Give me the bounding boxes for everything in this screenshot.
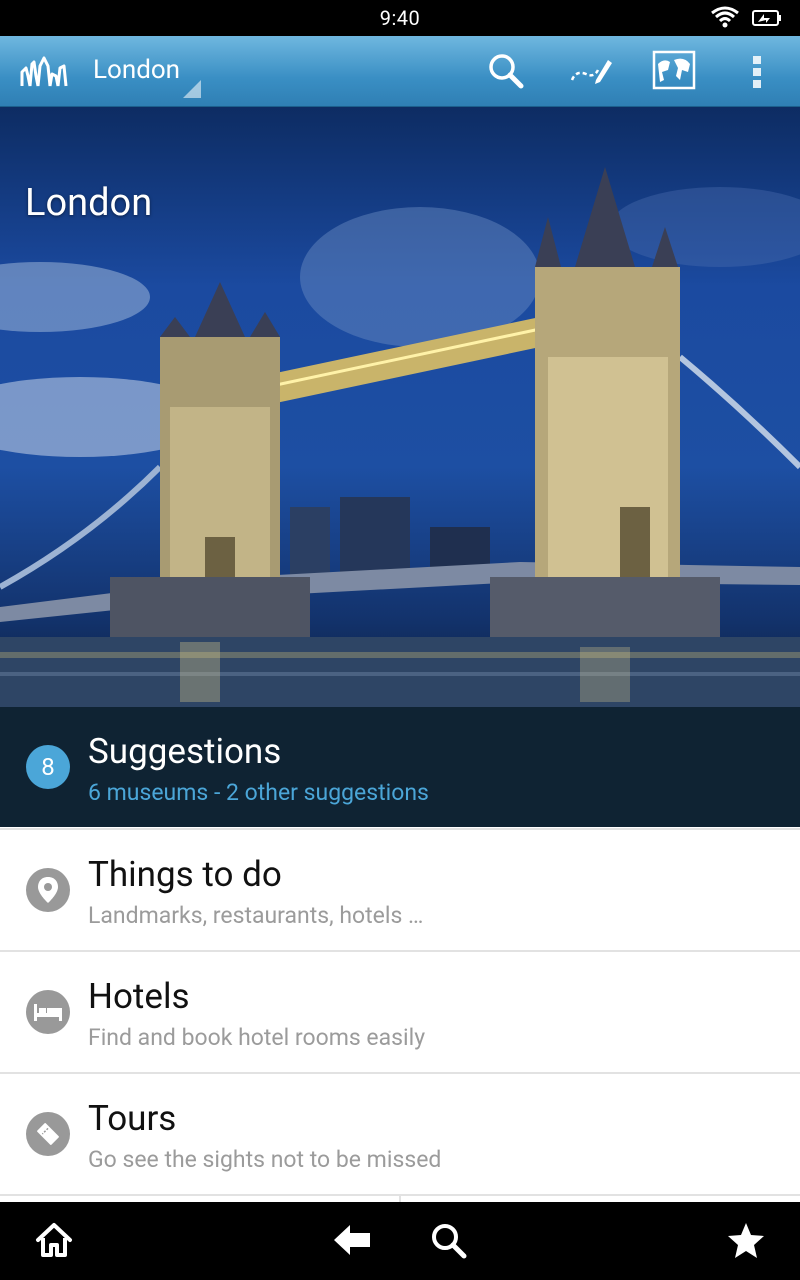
skyline-logo-icon[interactable] bbox=[20, 54, 68, 88]
list-item-things-to-do[interactable]: Things to do Landmarks, restaurants, hot… bbox=[0, 828, 800, 950]
suggestions-count-badge: 8 bbox=[26, 745, 70, 789]
home-icon[interactable] bbox=[34, 1220, 74, 1260]
star-icon[interactable] bbox=[726, 1220, 766, 1260]
spinner-indicator-icon bbox=[183, 80, 201, 98]
back-icon[interactable] bbox=[332, 1222, 372, 1258]
list-item-subtitle: Landmarks, restaurants, hotels … bbox=[88, 902, 424, 929]
bottom-navigation-bar bbox=[0, 1202, 800, 1280]
bed-icon bbox=[26, 990, 70, 1034]
route-edit-icon[interactable] bbox=[568, 52, 614, 90]
ticket-icon bbox=[26, 1112, 70, 1156]
list-item-title: Hotels bbox=[88, 976, 190, 1017]
status-bar: 9:40 bbox=[0, 0, 800, 36]
suggestions-row[interactable]: 8 Suggestions 6 museums - 2 other sugges… bbox=[0, 707, 800, 827]
search-icon[interactable] bbox=[487, 52, 525, 90]
list-item-subtitle: Go see the sights not to be missed bbox=[88, 1146, 442, 1173]
overflow-menu-icon[interactable] bbox=[750, 52, 764, 90]
world-map-icon[interactable] bbox=[652, 50, 696, 90]
suggestions-subtitle: 6 museums - 2 other suggestions bbox=[88, 779, 429, 806]
divider bbox=[399, 1194, 401, 1202]
search-icon[interactable] bbox=[430, 1222, 468, 1260]
hero-image: London bbox=[0, 107, 800, 707]
action-bar: London bbox=[0, 36, 800, 107]
list-item-hotels[interactable]: Hotels Find and book hotel rooms easily bbox=[0, 950, 800, 1072]
list-item-subtitle: Find and book hotel rooms easily bbox=[88, 1024, 426, 1051]
status-time: 9:40 bbox=[379, 6, 421, 30]
suggestions-title: Suggestions bbox=[88, 731, 282, 772]
list-item-title: Tours bbox=[88, 1098, 177, 1139]
list-item-tours[interactable]: Tours Go see the sights not to be missed bbox=[0, 1072, 800, 1194]
city-spinner[interactable]: London bbox=[93, 55, 180, 85]
list-item-title: Things to do bbox=[88, 854, 282, 895]
wifi-icon bbox=[711, 6, 739, 28]
battery-icon bbox=[752, 10, 781, 26]
location-pin-icon bbox=[26, 868, 70, 912]
hero-title: London bbox=[25, 181, 153, 225]
